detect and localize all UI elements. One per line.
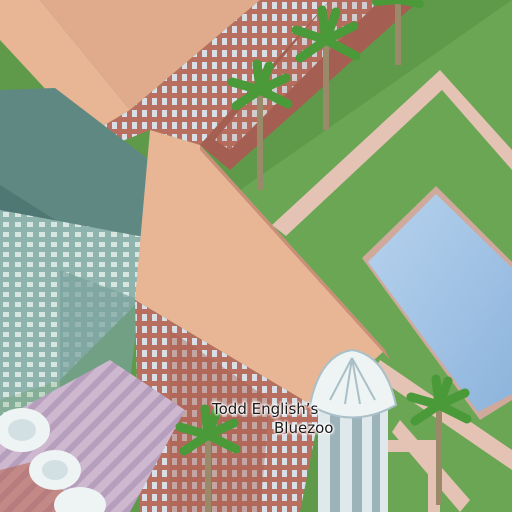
poi-label-todd-english-bluezoo[interactable]: Todd English’s Bluezoo: [212, 400, 333, 438]
poi-label-line-1: Todd English’s: [212, 400, 319, 418]
resort-map[interactable]: Todd English’s Bluezoo: [0, 0, 512, 512]
umbrella-icon: [29, 450, 81, 490]
poi-label-line-2: Bluezoo: [274, 419, 334, 437]
